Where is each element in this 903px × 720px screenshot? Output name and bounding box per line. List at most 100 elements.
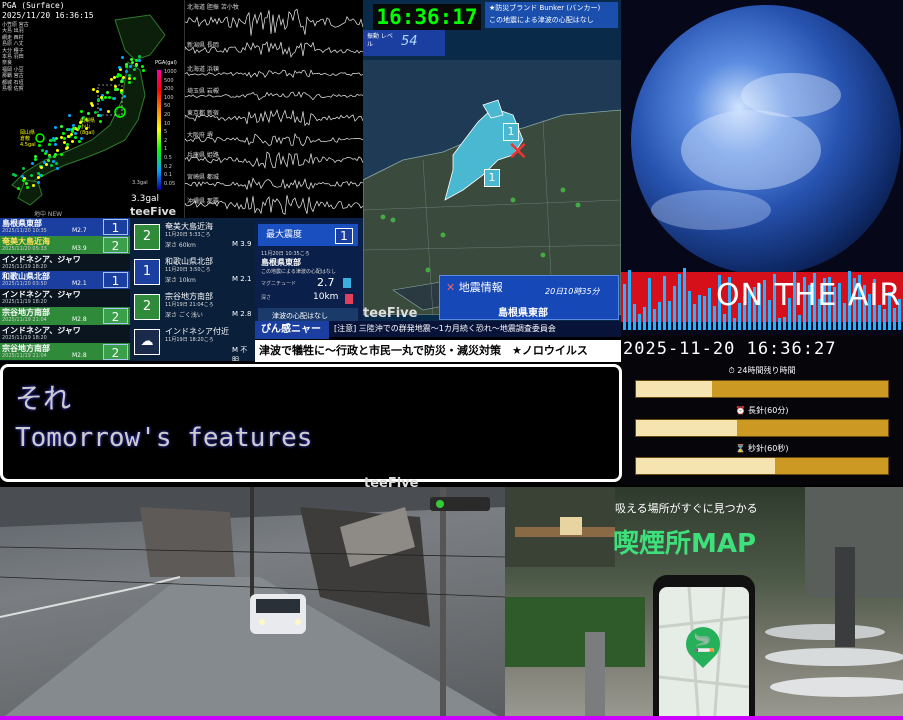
time-progress-panel: 2025-11-20 16:36:27 ⏱ 24時間残り時間 ⏰ 長針(60分)… [621, 335, 903, 485]
pga-color-scale: PGA(gal) 1000 500 200 100 50 20 10 5 2 1… [155, 60, 183, 190]
station-dot [36, 180, 40, 184]
quake-shindo-badge: 2 [103, 236, 128, 253]
quake-time: 2025/11/19 18:20 [2, 263, 47, 270]
equalizer-bar [633, 303, 636, 330]
equalizer-bar [648, 278, 651, 330]
scale-tick: 0.5 [164, 154, 172, 161]
equalizer-bar [663, 275, 666, 330]
live-street-camera [0, 487, 505, 720]
scale-tick: 1 [164, 146, 168, 153]
quake-list-item: 奄美大島近海 2025/11/20 05:33 M3.9 2 [0, 235, 130, 254]
quake-time: 2025/11/19 21:04 [2, 352, 47, 359]
card-time: 11月19日 18:20ころ [165, 337, 214, 343]
smoking-map-ad: 吸える場所がすぐに見つかる 喫煙所MAP 🚬 [505, 487, 903, 720]
equalizer-bar [643, 307, 646, 330]
map-station-label: 山梨県 小山 (8gal) [80, 118, 95, 136]
scale-tick: 2 [164, 137, 168, 144]
max-tsunami-note: この地震による津波の心配はなし [261, 269, 336, 275]
equalizer-bar [678, 273, 681, 330]
card-depth: 深さ 10km [165, 277, 196, 284]
scale-tick: 0.2 [164, 163, 172, 170]
quake-list-item: インドネシア、ジャワ 2025/11/19 18:20 [0, 289, 130, 307]
max-time: 11月20日 10:35ころ [261, 251, 310, 257]
tsunami-panel: 16:36:17 ★防災ブランド Bunker (バンカー) この地震による津波… [363, 0, 621, 335]
station-dot [91, 87, 95, 91]
station-dot [132, 77, 136, 81]
equalizer-bar [798, 315, 801, 330]
scale-tick: 100 [164, 94, 174, 101]
quake-info-area: 島根県東部 [498, 308, 548, 319]
now-new-label: 地中 NEW [34, 211, 63, 218]
quake-time: 2025/11/19 21:04 [2, 317, 47, 323]
equalizer-bar [693, 303, 696, 330]
quake-magnitude: M2.1 [72, 280, 87, 288]
station-dot [71, 139, 75, 143]
quake-detail-cards: 2 奄美大島近海 11月20日 5:33ころ 深さ 60km M 3.9 1 和歌山県北部 1… [130, 218, 255, 361]
quake-shindo-badge: 2 [103, 343, 128, 360]
quake-time: 2025/11/20 05:33 [2, 245, 47, 252]
equalizer-bar [668, 301, 671, 330]
depth-value: 10km [313, 292, 339, 302]
quake-detail-card: 2 宗谷地方南部 11月19日 21:04ころ 深さ ごく浅い M 2.8 [132, 290, 253, 323]
equalizer-bar [673, 285, 676, 330]
magnitude-label: マグニチュード [261, 281, 297, 287]
quake-history-list: 島根県東部 2025/11/20 10:35 M2.7 1 奄美大島近海 2025/11/… [0, 218, 130, 361]
station-dot [132, 68, 136, 72]
tsunami-status: この地震による津波の心配はなし [489, 16, 594, 24]
vibration-level-value: 54 [401, 34, 418, 49]
seismogram-trace [185, 151, 363, 169]
subtitle-box: それ Tomorrow's features [0, 364, 622, 482]
station-dot [141, 68, 145, 72]
quake-shindo-badge: 2 [103, 308, 128, 324]
station-dot [42, 160, 46, 164]
label-line: (8gal) [80, 130, 95, 136]
teefive-logo: teeFive [130, 205, 177, 218]
station-dot [137, 59, 141, 63]
card-time: 11月19日 21:04ころ [165, 302, 214, 308]
seismogram-panel: 北海道 胆振 苫小牧 新潟県 長岡 北海道 浜頓 埼玉県 岩槻 東京都 新宿 大… [185, 0, 363, 218]
ad-subtitle: 吸える場所がすぐに見つかる [615, 502, 758, 515]
card-magnitude: M 2.8 [232, 310, 252, 318]
station-dot [116, 72, 120, 76]
station-dot [130, 60, 134, 64]
quake-info-box: ✕ 地震情報 20日10時35分 島根県東部 [439, 275, 619, 320]
equalizer-bar [683, 267, 686, 330]
sponsor-banner: ★防災ブランド Bunker (バンカー) この地震による津波の心配はなし [485, 2, 618, 28]
equalizer-bar [653, 309, 656, 330]
card-time: 11月20日 3:50ころ [165, 267, 211, 273]
quake-magnitude: M2.8 [72, 351, 87, 359]
quake-info-time: 20日10時35分 [545, 287, 600, 296]
station-dot [40, 148, 44, 152]
bar-label-minute: ⏰ 長針(60分) [735, 406, 789, 415]
subtitle-line-2: Tomorrow's features [15, 423, 313, 453]
station-dot [29, 173, 33, 177]
station-dot [53, 142, 57, 146]
earth-on-air-panel: ON THE AIR [621, 0, 903, 335]
max-area: 島根県東部 [261, 258, 301, 267]
datetime-display: 2025-11-20 16:36:27 [623, 339, 837, 359]
map-station-label: 岡山県 倉敷 4.5gal [20, 130, 36, 148]
teefive-logo: teeFive [363, 306, 418, 321]
shindo-badge: 1 [134, 259, 160, 285]
station-dot [140, 64, 144, 68]
quake-info-title: ✕ 地震情報 [446, 279, 503, 295]
quake-info-title-text: 地震情報 [458, 281, 503, 294]
quake-list-item: 宗谷地方南部 2025/11/19 21:04 M2.8 2 [0, 307, 130, 325]
teefive-logo: teeFive [364, 476, 419, 491]
pga-max-value: 3.3gal [131, 194, 160, 204]
station-dot [121, 75, 125, 79]
station-dot [52, 155, 56, 159]
label-line: 4.5gal [20, 142, 36, 148]
station-dot [119, 79, 123, 83]
station-dot [77, 140, 81, 144]
equalizer-bar [708, 287, 711, 330]
seismogram-trace [185, 8, 363, 36]
quake-magnitude: M2.7 [72, 227, 87, 234]
station-dot [67, 114, 71, 118]
shindo-badge: 2 [134, 224, 160, 250]
magnitude-color-chip [343, 278, 351, 288]
quake-list-item: 宗谷地方南部 2025/11/19 21:04 M2.8 2 [0, 342, 130, 361]
equalizer-bar [623, 284, 626, 330]
card-magnitude: M 3.9 [232, 240, 252, 248]
station-dot [124, 64, 128, 68]
